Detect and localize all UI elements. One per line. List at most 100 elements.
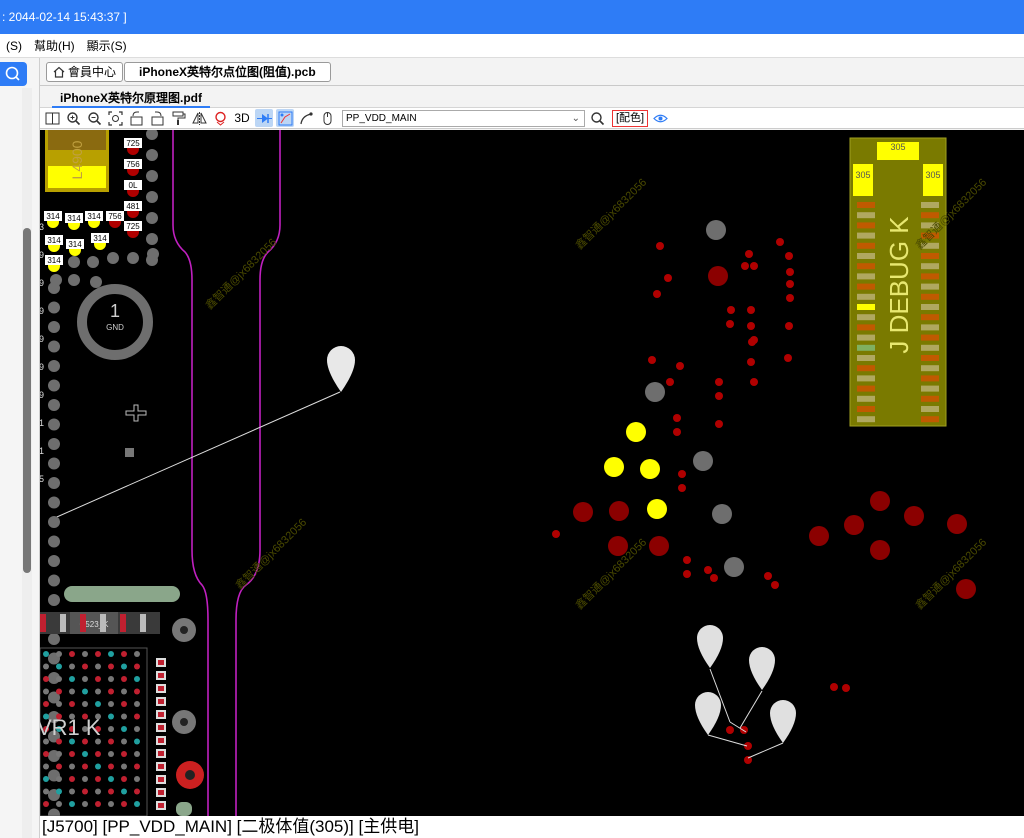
bga-ball [43,776,49,782]
gray-pad [706,220,726,240]
left-scrollbar-thumb[interactable] [23,228,31,573]
probe-pin [695,692,721,735]
small-red-pad [653,290,661,298]
connector-pin-right [921,314,939,321]
bga-ball [134,688,140,695]
net-select[interactable]: PP_VDD_MAIN ⌄ [342,109,585,127]
bga-ball [56,776,62,782]
bga-ball [43,676,49,682]
rotate-left-button[interactable] [127,109,145,127]
connector-pin-right [921,324,939,331]
search-icon [590,111,604,125]
bga-ball [69,676,75,682]
small-red-pad [786,280,794,288]
smd-pad [40,614,46,632]
rotate-right-button[interactable] [148,109,166,127]
bga-ball [69,663,75,670]
visibility-button[interactable] [651,109,669,127]
connector-pin-right [921,334,939,341]
file-tabs: 會員中心 iPhoneX英特尔点位图(阻值).pcb [40,58,1024,86]
color-scheme-button[interactable]: [配色] [612,109,649,127]
pad-label-text: 481 [126,202,140,211]
smd-pad [60,614,66,632]
gray-pad [724,557,744,577]
bga-ball [134,651,140,657]
tab-pcb-file[interactable]: iPhoneX英特尔点位图(阻值).pcb [124,62,331,82]
connector-pin-left [857,395,875,402]
pad-label-text: 756 [108,212,122,221]
small-red-pad [771,581,779,589]
watermark: 鑫智通@jx6832056 [232,515,309,592]
paint-button[interactable] [169,109,187,127]
bga-ball [108,801,114,807]
small-red-pad [673,414,681,422]
menu-item-help[interactable]: 幫助(H) [28,37,81,54]
yellow-pad [640,459,660,479]
connector-pin-right [921,263,939,270]
large-red-pad [649,536,669,556]
left-scrollbar[interactable] [22,88,32,838]
smd-pad-core [158,725,164,730]
tab-pdf-file[interactable]: iPhoneX英特尔原理图.pdf [52,88,210,108]
diode-mode-button[interactable] [255,109,273,127]
pcb-canvas[interactable]: L4900 1 GND 305 305 305 J DEBUG K 3 9 9 9 9 9… [40,130,1024,816]
smd-pad [80,614,86,632]
bga-ball [108,701,114,707]
probe-button[interactable] [211,109,229,127]
smd-pad-core [158,712,164,717]
smd-pad-core [158,751,164,756]
chevron-down-icon: ⌄ [571,112,580,124]
left-column-pad [48,633,60,645]
menu-item-view[interactable]: 顯示(S) [81,37,133,54]
probe-pin [697,625,723,668]
bga-ball [108,663,114,670]
bga-ball [108,751,114,757]
small-red-pad [830,683,838,691]
pad-label-text: 314 [47,256,61,265]
mouse-icon [323,111,331,125]
tab-member-center[interactable]: 會員中心 [46,62,124,82]
small-red-pad [747,322,755,330]
connector-pin-right [921,365,939,372]
upper-pad [146,149,158,161]
net-search-button[interactable] [588,109,606,127]
3d-view-button[interactable]: 3D [232,109,252,127]
bga-ball [108,651,114,657]
rotate-right-icon [151,111,163,125]
connector-pin-left [857,355,875,361]
bga-ball [69,763,75,770]
bga-ball [108,726,114,732]
small-red-pad [741,262,749,270]
zoom-in-button[interactable] [64,109,82,127]
connector-pin-left [857,304,875,310]
bga-ball [69,776,75,782]
gnd-number: 1 [110,301,120,321]
small-red-pad [656,242,664,250]
bga-ball [121,763,127,770]
split-view-icon [45,112,59,124]
bga-ball [121,776,127,782]
menu-item-s[interactable]: (S) [0,39,28,53]
left-column-digit: 9 [40,334,44,344]
mirror-button[interactable] [190,109,208,127]
pcb-board[interactable]: L4900 1 GND 305 305 305 J DEBUG K 3 9 9 9 9 9… [40,130,1024,816]
gnd-text: GND [106,323,124,332]
zoom-out-button[interactable] [85,109,103,127]
bga-ball [56,763,62,770]
mouse-mode-button[interactable] [318,109,336,127]
gnd-pad [77,284,153,360]
trace-route-button[interactable] [297,109,315,127]
bga-ball [134,801,140,807]
board-view-button[interactable] [276,109,294,127]
watermark: 鑫智通@jx6832056 [572,175,649,252]
bga-ball [134,713,140,720]
left-column-pad [48,594,60,606]
split-view-button[interactable] [43,109,61,127]
connector-pin-left [857,263,875,270]
search-button[interactable] [0,62,27,86]
small-red-pad [726,320,734,328]
bga-ball [108,688,114,695]
pin-305-right [923,164,943,196]
pad-label-text: 756 [126,160,140,169]
fit-view-button[interactable] [106,109,124,127]
